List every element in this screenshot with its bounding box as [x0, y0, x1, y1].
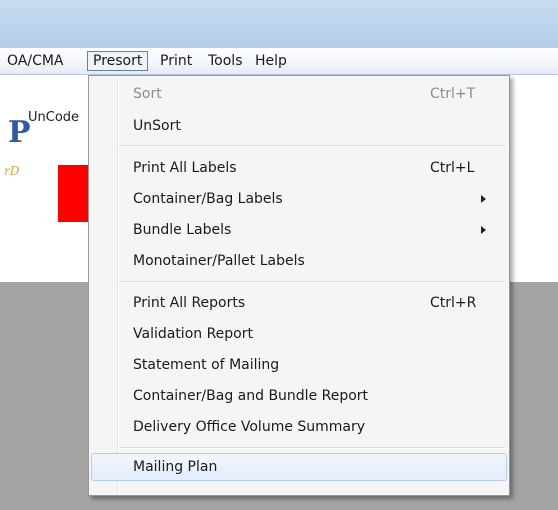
menu-separator [119, 145, 505, 147]
menu-help[interactable]: Help [250, 51, 292, 71]
menu-print[interactable]: Print [155, 51, 197, 71]
menu-item-label: Sort [133, 86, 162, 102]
menu-item-label: Mailing Plan [133, 459, 218, 475]
menu-item-label: UnSort [133, 118, 181, 134]
menu-item-unsort[interactable]: UnSort [91, 112, 507, 140]
presort-dropdown-menu: Sort Ctrl+T UnSort Print All Labels Ctrl… [88, 75, 510, 496]
menu-item-container-bag-labels[interactable]: Container/Bag Labels [91, 185, 507, 213]
menu-oa-cma[interactable]: OA/CMA [2, 51, 69, 71]
menu-item-label: Container/Bag Labels [133, 191, 283, 207]
uncode-label: UnCode [28, 110, 80, 125]
red-status-block [58, 165, 90, 222]
menu-item-label: Statement of Mailing [133, 357, 280, 373]
menu-item-print-all-reports[interactable]: Print All Reports Ctrl+R [91, 289, 507, 317]
menu-item-label: Print All Reports [133, 295, 246, 311]
menu-item-sort: Sort Ctrl+T [91, 80, 507, 108]
menu-item-bundle-labels[interactable]: Bundle Labels [91, 216, 507, 244]
menu-tools[interactable]: Tools [203, 51, 248, 71]
menu-item-container-bag-bundle-report[interactable]: Container/Bag and Bundle Report [91, 382, 507, 410]
menu-item-statement-of-mailing[interactable]: Statement of Mailing [91, 351, 507, 379]
menu-item-label: Validation Report [133, 326, 253, 342]
menu-item-label: Bundle Labels [133, 222, 232, 238]
menu-item-validation-report[interactable]: Validation Report [91, 320, 507, 348]
menu-item-mailing-plan[interactable]: Mailing Plan [91, 453, 507, 481]
menu-item-print-all-labels[interactable]: Print All Labels Ctrl+L [91, 154, 507, 182]
window-title-bar [0, 0, 558, 48]
menu-item-label: Monotainer/Pallet Labels [133, 253, 305, 269]
submenu-arrow-icon [481, 195, 486, 203]
menu-separator [119, 447, 505, 449]
menu-separator [119, 281, 505, 283]
menu-item-label: Print All Labels [133, 160, 237, 176]
menu-item-monotainer-pallet-labels[interactable]: Monotainer/Pallet Labels [91, 247, 507, 275]
menu-bar: OA/CMA Presort Print Tools Help [0, 48, 558, 75]
menu-item-delivery-office-volume-summary[interactable]: Delivery Office Volume Summary [91, 413, 507, 441]
menu-item-shortcut: Ctrl+L [430, 160, 475, 176]
menu-item-label: Container/Bag and Bundle Report [133, 388, 369, 404]
submenu-arrow-icon [481, 226, 486, 234]
menu-item-shortcut: Ctrl+T [430, 86, 476, 102]
app-logo-subtext: rD [4, 164, 20, 178]
menu-item-label: Delivery Office Volume Summary [133, 419, 366, 435]
menu-item-shortcut: Ctrl+R [430, 295, 477, 311]
menu-presort[interactable]: Presort [87, 51, 149, 71]
